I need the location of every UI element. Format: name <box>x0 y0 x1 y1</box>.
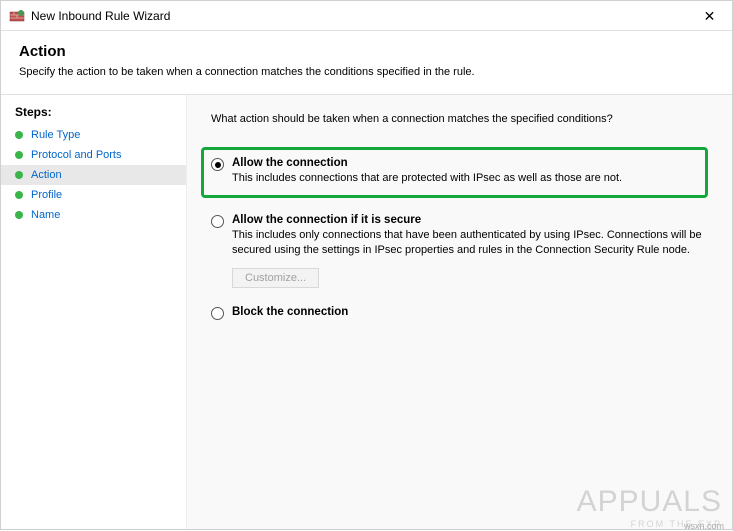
sidebar-item-label: Rule Type <box>31 129 80 141</box>
sidebar-item-label: Name <box>31 209 60 221</box>
sidebar-item-protocol-ports[interactable]: Protocol and Ports <box>1 145 186 165</box>
step-bullet-icon <box>15 151 23 159</box>
firewall-icon <box>9 8 25 24</box>
sidebar-item-label: Action <box>31 169 62 181</box>
sidebar-item-name[interactable]: Name <box>1 205 186 225</box>
option-description: This includes connections that are prote… <box>232 171 696 186</box>
option-allow-secure[interactable]: Allow the connection if it is secure Thi… <box>211 214 702 288</box>
window-title: New Inbound Rule Wizard <box>31 9 170 23</box>
page-title: Action <box>19 43 714 60</box>
steps-sidebar: Steps: Rule Type Protocol and Ports Acti… <box>1 95 187 529</box>
step-bullet-icon <box>15 171 23 179</box>
step-bullet-icon <box>15 131 23 139</box>
sidebar-item-rule-type[interactable]: Rule Type <box>1 125 186 145</box>
option-block-connection[interactable]: Block the connection <box>211 306 702 320</box>
radio-block[interactable] <box>211 307 224 320</box>
option-allow-connection[interactable]: Allow the connection This includes conne… <box>203 149 706 196</box>
option-title: Allow the connection <box>232 157 696 169</box>
radio-allow-secure[interactable] <box>211 215 224 228</box>
sidebar-item-profile[interactable]: Profile <box>1 185 186 205</box>
option-content: Block the connection <box>232 306 702 320</box>
step-bullet-icon <box>15 191 23 199</box>
title-bar: New Inbound Rule Wizard ✕ <box>1 1 732 31</box>
steps-heading: Steps: <box>1 103 186 125</box>
page-subtitle: Specify the action to be taken when a co… <box>19 66 714 78</box>
sidebar-item-action[interactable]: Action <box>1 165 186 185</box>
sidebar-item-label: Profile <box>31 189 62 201</box>
close-button[interactable]: ✕ <box>687 1 732 31</box>
customize-button: Customize... <box>232 268 319 288</box>
option-content: Allow the connection if it is secure Thi… <box>232 214 702 288</box>
action-options: Allow the connection This includes conne… <box>211 149 702 320</box>
wizard-body: Steps: Rule Type Protocol and Ports Acti… <box>1 95 732 529</box>
main-panel: What action should be taken when a conne… <box>187 95 732 529</box>
wizard-dialog: New Inbound Rule Wizard ✕ Action Specify… <box>0 0 733 530</box>
wizard-header: Action Specify the action to be taken wh… <box>1 31 732 95</box>
option-title: Block the connection <box>232 306 702 318</box>
action-question: What action should be taken when a conne… <box>211 113 702 125</box>
radio-allow[interactable] <box>211 158 224 171</box>
option-content: Allow the connection This includes conne… <box>232 157 696 186</box>
option-title: Allow the connection if it is secure <box>232 214 702 226</box>
option-description: This includes only connections that have… <box>232 228 702 258</box>
watermark-brand: APPUALS <box>577 485 722 519</box>
sidebar-item-label: Protocol and Ports <box>31 149 122 161</box>
step-bullet-icon <box>15 211 23 219</box>
